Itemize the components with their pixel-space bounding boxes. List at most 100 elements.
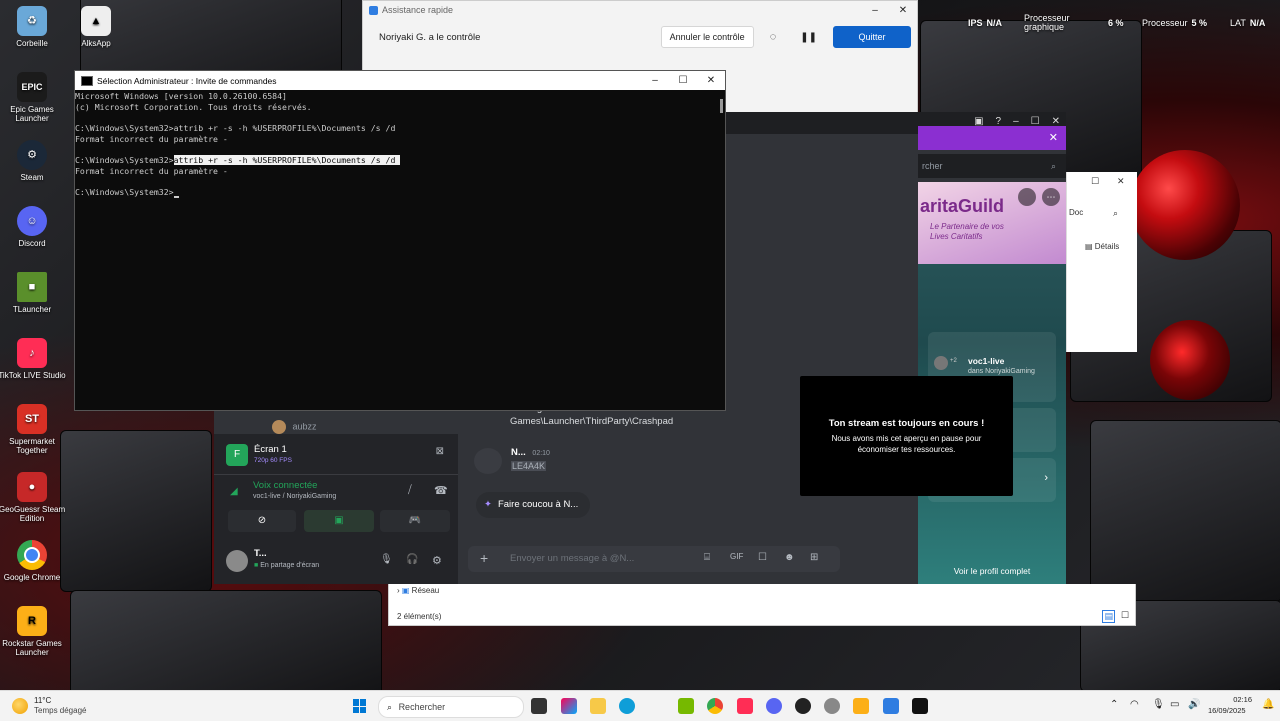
desktop-icon-epic-games[interactable]: EPIC Epic Games Launcher	[0, 72, 67, 123]
alksapp-icon: ▲	[81, 6, 111, 36]
close-icon[interactable]: ✕	[889, 5, 917, 16]
voice-connected-label[interactable]: Voix connectée	[253, 480, 317, 491]
details-icon: ▤	[1085, 242, 1095, 251]
wallpaper-cube	[1090, 420, 1280, 602]
quick-assist-toolbar: Noriyaki G. a le contrôle Annuler le con…	[363, 21, 917, 53]
sticker-icon[interactable]: ☐	[758, 552, 767, 563]
gift-icon[interactable]: ⌸	[704, 552, 710, 563]
maximize-icon[interactable]: ☐	[669, 75, 697, 86]
message-input[interactable]: + Envoyer un message à @N... ⌸ GIF ☐ ☻ ⊞	[468, 546, 840, 572]
pause-icon[interactable]: ❚❚	[792, 27, 825, 47]
task-view-icon[interactable]	[531, 698, 547, 714]
wave-icon: ✦	[484, 499, 492, 510]
add-friend-icon[interactable]	[1018, 188, 1036, 206]
noise-suppression-icon[interactable]: ⧸	[408, 484, 412, 497]
settings-icon[interactable]	[824, 698, 840, 714]
steam-icon: ⚙	[17, 140, 47, 170]
screen-share-button[interactable]: ▣	[304, 510, 374, 532]
search-icon[interactable]: ⌕	[1113, 208, 1118, 219]
desktop-icon-rockstar[interactable]: R Rockstar Games Launcher	[0, 606, 67, 657]
profile-banner: aritaGuild Le Partenaire de vos Lives Ca…	[918, 182, 1066, 264]
minimize-icon[interactable]: –	[641, 75, 669, 86]
tiktok-icon[interactable]	[737, 698, 753, 714]
message-author[interactable]: N... 02:10	[511, 447, 550, 458]
nvidia-icon[interactable]	[678, 698, 694, 714]
stream-paused-toast: Ton stream est toujours en cours ! Nous …	[800, 376, 1013, 496]
desktop-icon-steam[interactable]: ⚙ Steam	[0, 140, 67, 182]
explorer-search[interactable]: Doc	[1069, 208, 1083, 217]
details-view-icon[interactable]: ▤	[1102, 610, 1115, 623]
tree-item-network[interactable]: › ▣ Réseau	[397, 586, 439, 595]
wallpaper-cube	[60, 430, 212, 592]
clock-time[interactable]: 02:16	[1222, 695, 1252, 704]
wifi-icon[interactable]: ◠	[1130, 699, 1139, 710]
desktop-icon-chrome[interactable]: Google Chrome	[0, 540, 67, 582]
desktop-icon-geoguessr[interactable]: ● GeoGuessr Steam Edition	[0, 472, 67, 523]
discord-icon[interactable]	[766, 698, 782, 714]
notification-bell-icon[interactable]: 🔔	[1262, 699, 1274, 710]
close-icon[interactable]: ✕	[1049, 131, 1058, 144]
avatar	[272, 420, 286, 434]
wave-button[interactable]: ✦ Faire coucou à N...	[476, 492, 591, 518]
screen-share-icon: ▣	[334, 515, 344, 526]
activity-button[interactable]: 🎮	[380, 510, 450, 532]
disconnect-icon[interactable]: ☎	[434, 484, 448, 497]
xbox-icon[interactable]	[795, 698, 811, 714]
avatar[interactable]	[474, 448, 502, 474]
selected-text[interactable]: attrib +r -s -h %USERPROFILE%\Documents …	[173, 155, 401, 166]
view-full-profile-link[interactable]: Voir le profil complet	[918, 566, 1066, 576]
text-cursor	[173, 196, 179, 199]
network-icon: ▣	[401, 586, 412, 595]
avatar[interactable]	[226, 550, 248, 572]
taskbar-search[interactable]: ⌕ Rechercher	[378, 696, 524, 718]
copilot-icon[interactable]	[561, 698, 577, 714]
voice-location[interactable]: voc1-live / NoriyakiGaming	[253, 493, 336, 500]
close-icon[interactable]: ✕	[1117, 176, 1125, 187]
cmd-output[interactable]: Microsoft Windows [version 10.0.26100.65…	[75, 90, 725, 199]
network-icon[interactable]: ▭	[1170, 699, 1179, 710]
tlauncher-icon: ■	[17, 272, 47, 302]
clock-date[interactable]: 16/09/2025	[1208, 706, 1246, 715]
stop-stream-icon[interactable]: ⊠	[436, 446, 444, 457]
maximize-icon[interactable]: ☐	[1091, 176, 1099, 187]
chat-icon[interactable]: ◌	[762, 27, 785, 47]
weather-desc[interactable]: Temps dégagé	[34, 706, 86, 715]
quick-assist-icon[interactable]	[883, 698, 899, 714]
volume-icon[interactable]: 🔊	[1188, 699, 1200, 710]
windows-start-icon[interactable]	[353, 699, 367, 713]
cancel-control-button[interactable]: Annuler le contrôle	[660, 26, 754, 48]
add-attachment-icon[interactable]: +	[480, 550, 488, 566]
terminal-icon[interactable]	[912, 698, 928, 714]
desktop-icon-recycle-bin[interactable]: ♻ Corbeille	[0, 6, 67, 48]
chevron-up-icon[interactable]: ⌃	[1110, 699, 1118, 710]
desktop-icon-discord[interactable]: ☺ Discord	[0, 206, 67, 248]
desktop-icon-alksapp[interactable]: ▲ AlksApp	[61, 6, 131, 48]
microphone-icon[interactable]: 🎙	[1152, 699, 1165, 710]
desktop-icon-tlauncher[interactable]: ■ TLauncher	[0, 272, 67, 314]
perf-ips: IPS N/A	[968, 18, 1003, 28]
close-icon[interactable]: ✕	[697, 75, 725, 86]
camera-off-button[interactable]: ⊘	[228, 510, 296, 532]
edge-icon[interactable]	[619, 698, 635, 714]
rockstar-icon[interactable]	[853, 698, 869, 714]
member-item[interactable]: aubzz	[272, 420, 317, 434]
file-explorer-icon[interactable]	[590, 698, 606, 714]
emoji-icon[interactable]: ☻	[784, 552, 795, 563]
gamepad-icon: 🎮	[408, 515, 422, 526]
desktop-icon-tiktok-live[interactable]: ♪ TikTok LIVE Studio	[0, 338, 67, 380]
quit-button[interactable]: Quitter	[833, 26, 911, 48]
apps-icon[interactable]: ⊞	[810, 552, 818, 563]
scrollbar-thumb[interactable]	[720, 99, 723, 113]
gear-icon[interactable]: ⚙	[432, 554, 442, 567]
chrome-icon[interactable]	[707, 698, 723, 714]
headset-icon[interactable]: 🎧	[406, 554, 418, 565]
tiles-view-icon[interactable]: ☐	[1121, 610, 1129, 621]
desktop-icon-supermarket-together[interactable]: ST Supermarket Together	[0, 404, 67, 455]
microphone-icon[interactable]: 🎙	[380, 554, 393, 565]
more-icon[interactable]: ⋯	[1042, 188, 1060, 206]
minimize-icon[interactable]: –	[861, 5, 889, 16]
gif-icon[interactable]: GIF	[730, 552, 743, 561]
discord-search[interactable]: rcher ⌕	[918, 154, 1066, 178]
weather-temp[interactable]: 11°C	[34, 696, 51, 705]
details-button[interactable]: ▤ Détails	[1085, 242, 1119, 251]
